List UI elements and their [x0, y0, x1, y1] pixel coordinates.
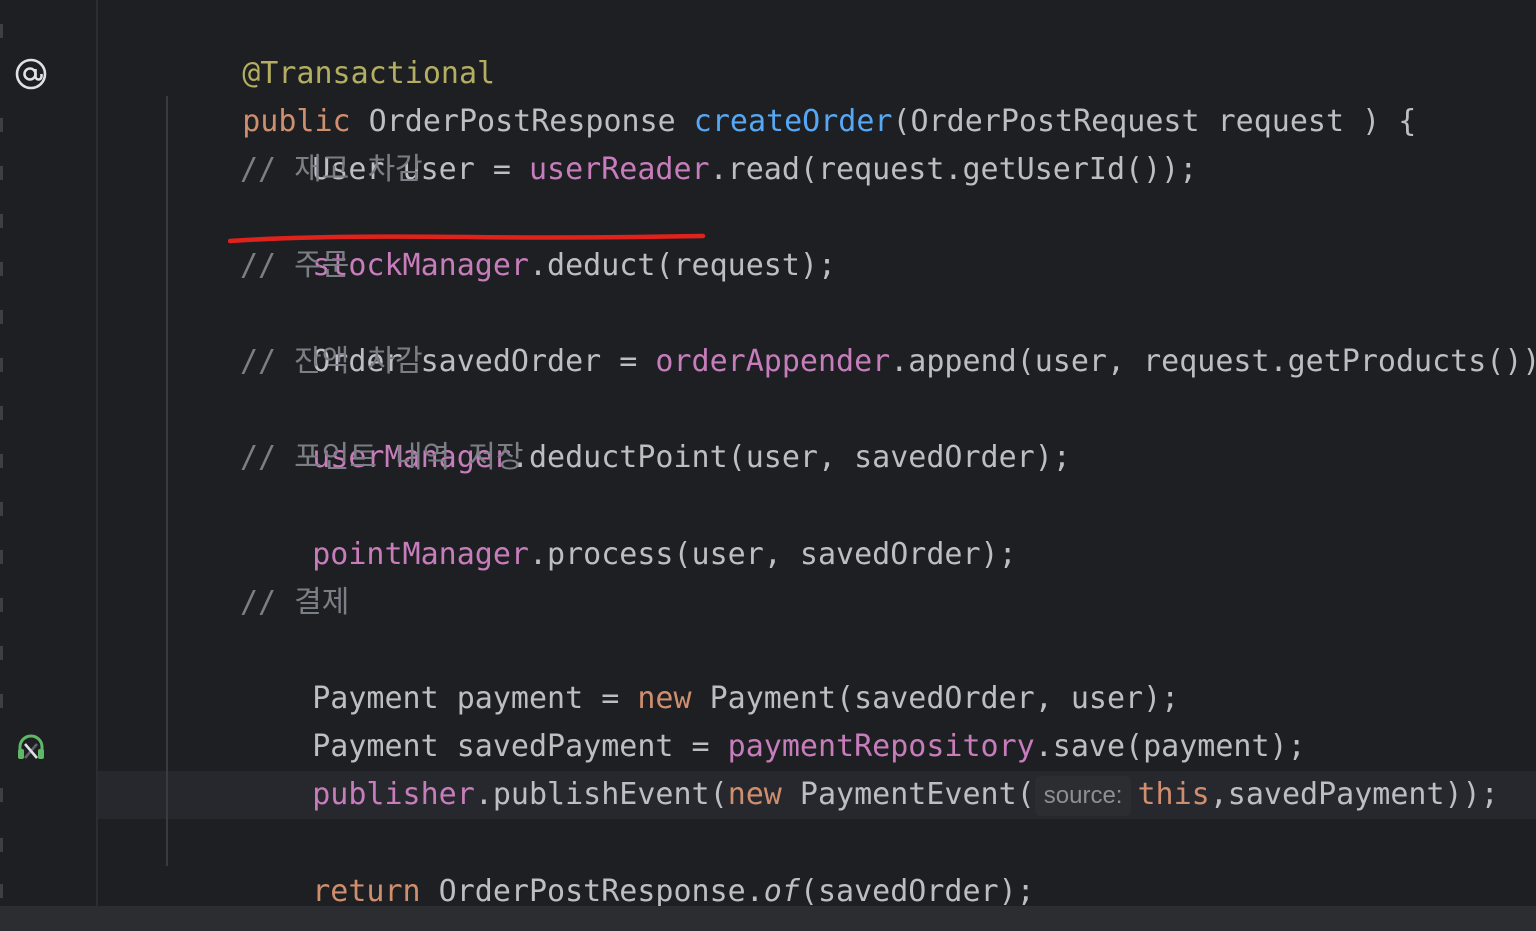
gutter-tick — [0, 24, 3, 38]
code-text: .read(request.getUserId()); — [709, 152, 1198, 187]
gutter-tick — [0, 884, 3, 898]
gutter-tick — [0, 694, 3, 708]
code-comment[interactable]: // 주문 — [240, 242, 349, 290]
code-text: ,savedPayment)); — [1209, 777, 1499, 812]
code-line[interactable]: Payment savedPayment = paymentRepository… — [240, 675, 1305, 764]
code-comment[interactable]: // 포인트 내역 저장 — [240, 434, 524, 482]
code-line[interactable]: userManager.deductPoint(user, savedOrder… — [240, 386, 1071, 475]
code-comment[interactable]: // 재고 차감 — [240, 146, 423, 194]
static-method-token: of — [763, 874, 800, 909]
event-publisher-headset-icon[interactable] — [14, 731, 48, 765]
gutter-tick — [0, 598, 3, 612]
code-text: .deductPoint(user, savedOrder); — [510, 440, 1071, 475]
field-token: pointManager — [312, 537, 529, 572]
code-line[interactable]: Order savedOrder = orderAppender.append(… — [240, 290, 1536, 379]
code-text: (savedOrder); — [799, 874, 1035, 909]
editor-bottom-bar — [0, 906, 1536, 931]
gutter-tick — [0, 262, 3, 276]
code-text: .publishEvent( — [474, 777, 728, 812]
gutter-tick — [0, 166, 3, 180]
code-line[interactable]: pointManager.process(user, savedOrder); — [240, 483, 1016, 572]
indent-guide — [166, 96, 168, 866]
code-line-return[interactable]: return OrderPostResponse.of(savedOrder); — [240, 820, 1034, 909]
code-comment[interactable]: // 결제 — [240, 579, 349, 627]
gutter-tick — [0, 214, 3, 228]
this-keyword-token: this — [1137, 777, 1210, 812]
field-token: publisher — [312, 777, 475, 812]
code-line-publish-event[interactable]: publisher.publishEvent(new PaymentEvent(… — [240, 723, 1499, 816]
gutter-tick — [0, 358, 3, 372]
code-text: PaymentEvent( — [781, 777, 1035, 812]
gutter-tick — [0, 454, 3, 468]
gutter-tick — [0, 406, 3, 420]
code-text: .append(user, request.getProducts()); — [890, 344, 1536, 379]
gutter-tick — [0, 838, 3, 852]
field-token: userReader — [529, 152, 710, 187]
code-text: .deduct(request); — [529, 248, 837, 283]
parameter-name-hint: source: — [1034, 776, 1132, 816]
gutter-tick — [0, 646, 3, 660]
code-editor[interactable]: @Transactional public OrderPostResponse … — [0, 0, 1536, 931]
keyword-token: new — [727, 777, 782, 812]
editor-gutter[interactable] — [0, 0, 98, 906]
code-line-annotation[interactable]: @Transactional — [170, 2, 495, 91]
gutter-tick — [0, 788, 3, 802]
gutter-tick — [0, 550, 3, 564]
code-line[interactable]: User user = userReader.read(request.getU… — [240, 98, 1197, 187]
gutter-tick — [0, 118, 3, 132]
field-token: orderAppender — [655, 344, 891, 379]
gutter-tick — [0, 502, 3, 516]
code-text: .process(user, savedOrder); — [529, 537, 1017, 572]
at-sign-icon[interactable] — [14, 57, 48, 91]
gutter-tick — [0, 310, 3, 324]
code-line-method-signature[interactable]: public OrderPostResponse createOrder(Ord… — [170, 50, 1416, 139]
code-line[interactable]: Payment payment = new Payment(savedOrder… — [240, 627, 1179, 716]
code-text: OrderPostResponse. — [420, 874, 764, 909]
code-comment[interactable]: // 잔액 차감 — [240, 338, 423, 386]
keyword-token: return — [312, 874, 421, 909]
